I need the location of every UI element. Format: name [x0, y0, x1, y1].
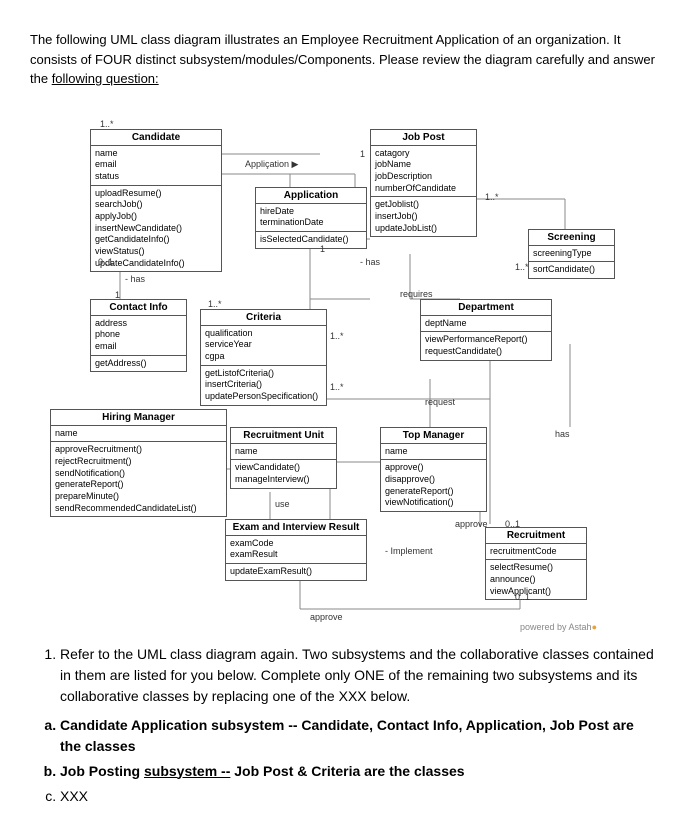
uml-diagram: Candidatename email statusuploadResume()… — [30, 99, 656, 629]
mult-01: 0..1 — [98, 257, 113, 267]
question-1: Refer to the UML class diagram again. Tw… — [60, 644, 656, 707]
class-exam: Exam and Interview ResultexamCode examRe… — [225, 519, 367, 581]
intro-text: The following UML class diagram illustra… — [30, 30, 656, 89]
mult-1s1: 1..* — [485, 192, 499, 202]
mult-1: 1 — [115, 290, 120, 300]
class-criteria: Criteriaqualification serviceYear cgpage… — [200, 309, 327, 406]
label-request: request — [425, 397, 455, 407]
class-application: ApplicationhireDate terminationDateisSel… — [255, 187, 367, 249]
option-b: Job Posting subsystem -- Job Post & Crit… — [60, 761, 656, 782]
label-has2: - has — [125, 274, 145, 284]
label-application: Appliçation ▶ — [245, 159, 298, 170]
option-c: XXX — [60, 786, 656, 807]
mult-1s5: 1..* — [330, 382, 344, 392]
mult-01c: 0..1 — [515, 592, 530, 602]
mult-1s2: 1..* — [208, 299, 222, 309]
label-approve: approve — [455, 519, 488, 529]
label-use: use — [275, 499, 290, 509]
class-hiring: Hiring ManagernameapproveRecruitment() r… — [50, 409, 227, 518]
class-screening: ScreeningscreeningTypesortCandidate() — [528, 229, 615, 279]
label-has3: has — [555, 429, 570, 439]
label-requires: requires — [400, 289, 433, 299]
class-jobpost: Job Postcatagory jobName jobDescription … — [370, 129, 477, 238]
class-department: DepartmentdeptNameviewPerformanceReport(… — [420, 299, 552, 361]
class-recunit: Recruitment UnitnameviewCandidate() mana… — [230, 427, 337, 489]
label-has: - has — [360, 257, 380, 267]
astah-footer: powered by Astah● — [520, 622, 597, 632]
class-recruitment: RecruitmentrecruitmentCodeselectResume()… — [485, 527, 587, 601]
mult-1s4: 1..* — [330, 331, 344, 341]
class-candidate: Candidatename email statusuploadResume()… — [90, 129, 222, 273]
mult-1s6: 1..* — [100, 119, 114, 129]
mult-1b: 1 — [360, 149, 365, 159]
mult-01b: 0..1 — [505, 519, 520, 529]
class-contact: Contact Infoaddress phone emailgetAddres… — [90, 299, 187, 373]
label-implement: - Implement — [385, 546, 433, 556]
class-topmgr: Top Managernameapprove() disapprove() ge… — [380, 427, 487, 512]
option-a: Candidate Application subsystem -- Candi… — [60, 715, 656, 757]
question-block: Refer to the UML class diagram again. Tw… — [30, 644, 656, 807]
label-approve2: approve — [310, 612, 343, 622]
mult-1c: 1 — [320, 244, 325, 254]
mult-1s3: 1..* — [515, 262, 529, 272]
